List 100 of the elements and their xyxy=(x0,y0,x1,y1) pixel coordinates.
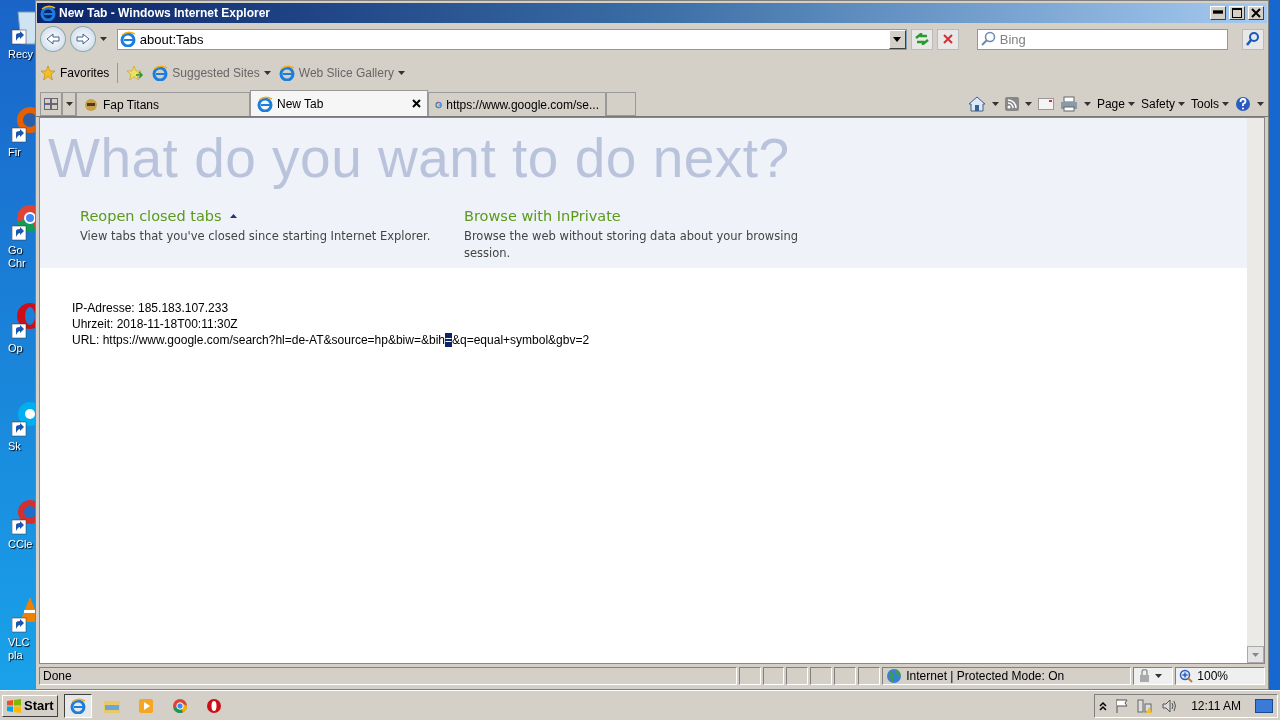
zoom-button[interactable]: 100% xyxy=(1175,667,1265,685)
flag-icon[interactable] xyxy=(1115,697,1130,714)
tab-list-button[interactable] xyxy=(62,92,76,116)
caret-icon xyxy=(1178,102,1185,106)
stop-icon xyxy=(941,33,954,45)
ie-icon xyxy=(69,697,86,714)
option-description: View tabs that you've closed since starting Internet Explorer. xyxy=(80,228,432,245)
game-character-icon xyxy=(83,96,99,113)
back-button[interactable] xyxy=(40,26,66,52)
protection-button[interactable] xyxy=(1133,667,1174,685)
desktop-icon-label: Fir xyxy=(8,146,21,159)
feed-icon[interactable] xyxy=(1004,97,1019,111)
address-bar[interactable]: about:Tabs xyxy=(116,28,907,50)
desktop-icon-label: pla xyxy=(8,649,23,662)
caret-icon xyxy=(1024,102,1032,106)
search-icon xyxy=(1246,32,1260,46)
desktop-icon-label: Sk xyxy=(8,440,21,453)
security-zone: Internet | Protected Mode: On xyxy=(882,667,1132,685)
caret-icon xyxy=(1257,102,1264,106)
maximize-button[interactable] xyxy=(1229,6,1245,20)
start-button[interactable]: Start xyxy=(2,694,58,717)
chrome-icon xyxy=(171,697,188,714)
show-desktop-icon[interactable] xyxy=(1255,698,1273,713)
printer-icon[interactable] xyxy=(1059,96,1078,112)
status-text: Done xyxy=(39,667,737,685)
maximize-icon xyxy=(1232,8,1242,18)
forward-button[interactable] xyxy=(69,26,96,52)
dropdown-button[interactable] xyxy=(888,29,906,49)
caret-icon xyxy=(263,71,271,75)
window-title: New Tab - Windows Internet Explorer xyxy=(59,6,272,20)
status-pane xyxy=(810,667,833,685)
add-favorite-icon[interactable] xyxy=(126,65,145,81)
text-line: URL: https://www.google.com/search?hl=de-AT&source=hp&biw=&bih=&q=equal+symbol&gbv=2 xyxy=(72,332,591,348)
address-field[interactable]: about:Tabs xyxy=(139,31,885,47)
close-icon xyxy=(1251,8,1261,18)
desktop-icon-label: Chr xyxy=(8,257,26,270)
ie-icon xyxy=(257,95,273,112)
browser-tab[interactable]: Fap Titans xyxy=(76,92,250,116)
taskbar-app[interactable] xyxy=(63,693,92,718)
scrollbar[interactable] xyxy=(1247,118,1264,663)
search-icon xyxy=(979,31,996,47)
status-pane xyxy=(786,667,809,685)
refresh-icon xyxy=(914,33,929,45)
opera-icon xyxy=(205,697,222,714)
desktop-icon-label: Recy xyxy=(8,48,34,61)
scroll-down-icon xyxy=(1252,652,1259,657)
caret-icon xyxy=(991,102,999,106)
caret-icon xyxy=(65,102,73,106)
close-button[interactable] xyxy=(1248,6,1264,20)
caret-icon xyxy=(1155,674,1163,678)
text-line: Uhrzeit: 2018-11-18T00:11:30Z xyxy=(72,316,239,332)
help-icon[interactable] xyxy=(1235,96,1251,112)
status-pane xyxy=(858,667,881,685)
mail-icon[interactable] xyxy=(1037,98,1054,110)
browser-tab[interactable]: New Tab xyxy=(250,90,428,116)
speaker-icon[interactable] xyxy=(1161,697,1178,714)
command-menu[interactable]: Safety xyxy=(1140,97,1185,111)
browser-tab[interactable]: https://www.google.com/se... xyxy=(428,92,606,116)
star-icon xyxy=(40,65,56,81)
minimize-button[interactable] xyxy=(1210,6,1226,20)
option-description: Browse the web without storing data about your browsing session. xyxy=(464,228,799,262)
desktop-icon-label: VLC xyxy=(8,636,30,649)
caret-icon xyxy=(397,71,405,75)
search-field[interactable]: Bing xyxy=(999,31,1226,47)
desktop-icon-label: Go xyxy=(8,244,23,257)
text-line: IP-Adresse: 185.183.107.233 xyxy=(72,300,230,316)
desktop-icon-label: CCle xyxy=(8,538,33,551)
page-icon xyxy=(119,31,136,47)
command-menu[interactable]: Tools xyxy=(1191,97,1229,111)
search-button[interactable] xyxy=(1242,28,1264,50)
chevron-up-icon[interactable] xyxy=(1099,700,1108,711)
lock-icon xyxy=(1137,669,1152,683)
close-icon xyxy=(412,99,421,108)
ie-logo-icon xyxy=(40,5,56,21)
status-pane xyxy=(762,667,785,685)
back-arrow-icon xyxy=(45,33,60,45)
status-pane xyxy=(738,667,761,685)
zoom-icon xyxy=(1179,669,1194,683)
desktop-icon-label: Op xyxy=(8,342,23,355)
caret-icon xyxy=(1127,102,1135,106)
dropdown-arrow-icon xyxy=(893,36,902,42)
minimize-icon xyxy=(1213,7,1223,17)
grid-icon xyxy=(44,98,58,110)
favorites-link[interactable]: Suggested Sites xyxy=(152,65,271,81)
favorites-button[interactable]: Favorites xyxy=(40,65,110,81)
page-icon xyxy=(152,65,169,81)
globe-icon xyxy=(886,668,903,684)
command-menu[interactable]: Page xyxy=(1096,97,1135,111)
favorites-link[interactable]: Web Slice Gallery xyxy=(278,65,405,81)
status-pane xyxy=(834,667,857,685)
clock: 12:11 AM xyxy=(1191,698,1241,713)
caret-icon xyxy=(99,37,107,41)
page-icon xyxy=(278,65,295,81)
stop-button[interactable] xyxy=(936,28,959,50)
home-icon[interactable] xyxy=(967,96,986,112)
caret-icon xyxy=(1083,102,1091,106)
search-box[interactable]: Bing xyxy=(976,28,1229,50)
network-warning-icon[interactable] xyxy=(1137,697,1154,714)
quick-tabs-button[interactable] xyxy=(40,92,62,116)
media-player-icon xyxy=(137,697,154,714)
